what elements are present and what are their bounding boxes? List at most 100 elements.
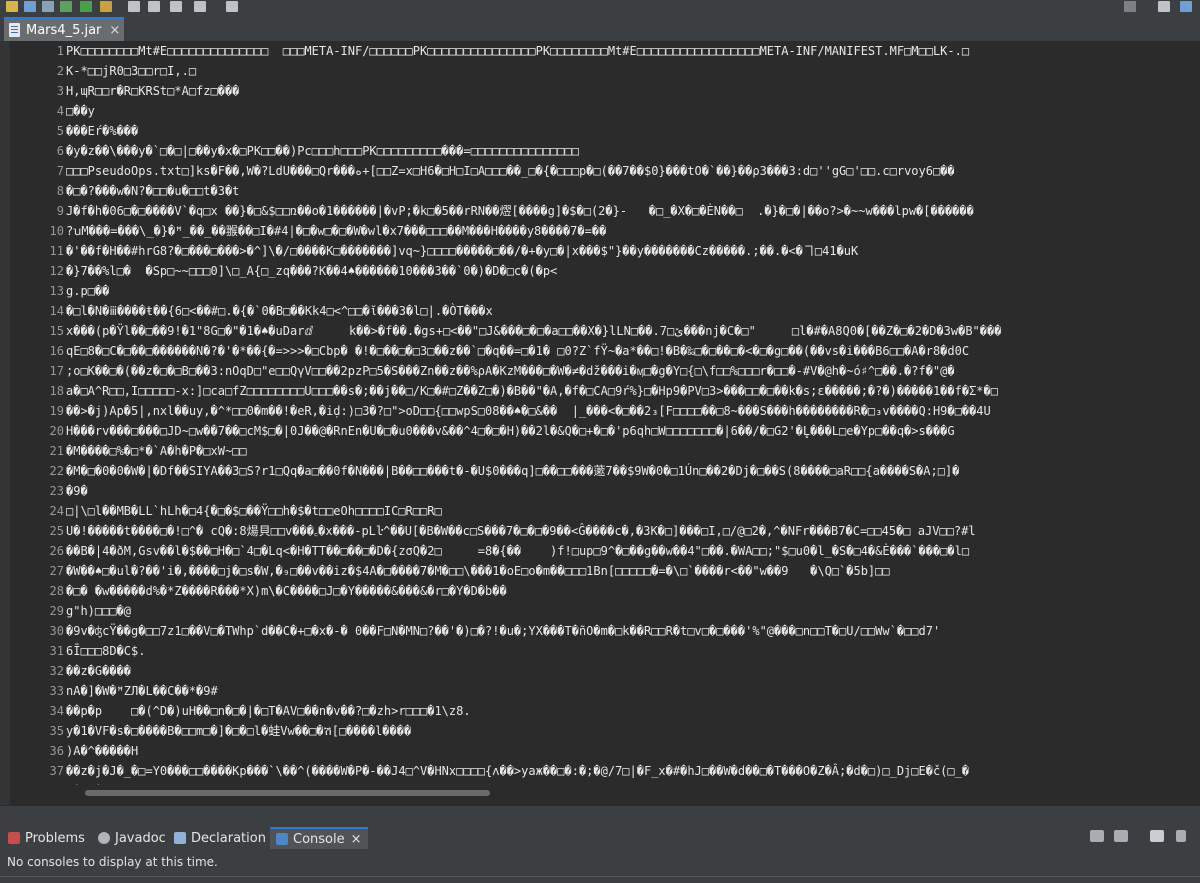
scrollbar-thumb[interactable] <box>85 790 490 796</box>
line-text: ��>�j)Ap�5|,nxl��uy,�^*□□0�m��!�eR,�iḍ:)… <box>66 404 991 418</box>
editor-tab-mars-jar[interactable]: Mars4_5.jar × <box>4 17 124 41</box>
view-menu-icon[interactable] <box>1176 830 1186 842</box>
line-number: 29 <box>49 604 64 618</box>
line-text: K-*□□jR0□3□□r□I,.□ <box>66 64 197 78</box>
code-line: 32 ��z�G���� <box>0 661 1200 681</box>
javadoc-icon <box>98 832 110 844</box>
line-text: J�f�h�06□�□����V`�q□x ��}�□&$□□ռ��o�1���… <box>66 204 974 218</box>
tab-console[interactable]: Console × <box>270 827 368 849</box>
line-number: 25 <box>49 524 64 538</box>
java-perspective-icon[interactable] <box>1180 1 1192 12</box>
line-text: g.p□�� <box>66 284 110 298</box>
line-text: nA�]�W�ꟸZЛ�L��C��*�9# <box>66 684 218 698</box>
line-text: )A�^�����H <box>66 744 139 758</box>
main-toolbar <box>0 0 1200 14</box>
code-line: 29 g"h)□□□�@ <box>0 601 1200 621</box>
code-line: 15 x���(p�Ÿl��□��9!�1"8G□�"�1�♠�uDarⅆ k��… <box>0 321 1200 341</box>
external-tools-icon[interactable] <box>100 1 112 12</box>
code-line: 36)A�^�����H <box>0 741 1200 761</box>
line-text: �□�?���w�N?�□□�u�□□t�3�t <box>66 184 240 198</box>
line-number: 30 <box>49 624 64 638</box>
code-line: 26 ��B�|4�ðM,Gsv��l�$��□H�□`4□�Lq<�H�TT��… <box>0 541 1200 561</box>
outline-icon[interactable] <box>42 1 54 12</box>
line-number: 4 <box>56 104 64 118</box>
line-number: 19 <box>49 404 64 418</box>
code-line: 33 nA�]�W�ꟸZЛ�L��C��*�9# <box>0 681 1200 701</box>
line-number: 21 <box>49 444 64 458</box>
line-text: □|\□l��MB�LL`hLh�□4{�□�$□��Ÿ□□h�$�t□□eOh… <box>66 504 442 518</box>
horizontal-scrollbar[interactable] <box>10 785 1200 801</box>
perspective-icon[interactable] <box>1158 1 1170 12</box>
code-line: 19 ��>�j)Ap�5|,nxl��uy,�^*□□0�m��!�eR,�iḍ… <box>0 401 1200 421</box>
save-icon[interactable] <box>24 1 36 12</box>
tab-label: Console <box>293 831 345 847</box>
run-icon[interactable] <box>80 1 92 12</box>
line-text: x���(p�Ÿl��□��9!�1"8G□�"�1�♠�uDarⅆ k��>�… <box>66 324 1002 338</box>
code-line: 18 a�□A^R□□,I□□□□□-x:]□ca□fZ□□□□□□□□U□□□�… <box>0 381 1200 401</box>
code-line: 8 �□�?���w�N?�□□�u�□□t�3�t <box>0 181 1200 201</box>
code-line: 14 �□l�N�ⅲ����ŧ��{6□<��#□.�{�`0�B□��Kk4□<… <box>0 301 1200 321</box>
divider <box>0 876 1200 877</box>
line-number: 23 <box>49 484 64 498</box>
tab-problems[interactable]: Problems <box>8 827 85 849</box>
close-icon[interactable]: × <box>109 23 120 38</box>
line-number: 24 <box>49 504 64 518</box>
code-line: 30 �9v�ʤcŸ��g�□□7z1□��V□�TWhp`d��C�+□�x�-… <box>0 621 1200 641</box>
line-number: 32 <box>49 664 64 678</box>
line-number: 20 <box>49 424 64 438</box>
back-icon[interactable] <box>128 1 140 12</box>
line-number: 36 <box>49 744 64 758</box>
code-line: 3 H,ɰR□□r�R□KRSt□*A□fz□��� <box>0 81 1200 101</box>
code-line: 25 U�!�����t����□�!□^� cQ�:8煬貝□□v���꜀�x��… <box>0 521 1200 541</box>
editor-tab-label: Mars4_5.jar <box>26 22 102 38</box>
console-icon <box>276 833 288 845</box>
code-line: 11 �'��f�H��#hrG8?�□���□���>�^]\�/□����K□… <box>0 241 1200 261</box>
line-number: 35 <box>49 724 64 738</box>
close-icon[interactable]: × <box>351 832 362 847</box>
next-edit-icon[interactable] <box>194 1 206 12</box>
search-icon[interactable] <box>1124 1 1136 12</box>
tab-label: Javadoc <box>115 830 166 846</box>
line-text: PK□□□□□□□□Mt#E□□□□□□□□□□□□□□ □□□META-INF… <box>66 44 970 58</box>
code-line: 4 □��y <box>0 101 1200 121</box>
line-text: ��z�G���� <box>66 664 132 678</box>
bottom-panel: Problems Javadoc Declaration Console × N… <box>0 805 1200 883</box>
tab-javadoc[interactable]: Javadoc <box>98 827 166 849</box>
code-line: 5 ���Eŕ�%��� <box>0 121 1200 141</box>
problems-icon <box>8 832 20 844</box>
line-text: �y�z��\���y�`□�□|□��y�x�□PK□□��)Pc□□□h□□… <box>66 144 579 158</box>
editor-tab-bar: Mars4_5.jar × <box>0 14 1200 41</box>
code-line: 6 �y�z��\���y�`□�□|□��y�x�□PK□□��)Pc□□□h□… <box>0 141 1200 161</box>
line-text: �□l�N�ⅲ����ŧ��{6□<��#□.�{�`0�B□��Kk4□<^□… <box>66 304 493 318</box>
line-number: 18 <box>49 384 64 398</box>
code-line: 1 PK□□□□□□□□Mt#E□□□□□□□□□□□□□□ □□□META-IN… <box>0 41 1200 61</box>
line-number: 8 <box>56 184 64 198</box>
debug-icon[interactable] <box>60 1 72 12</box>
line-text: qE□8�□C�□��□������N�?�'�*��{�=>>>�□Cbp� … <box>66 344 970 358</box>
open-console-icon[interactable] <box>1150 830 1164 842</box>
previous-edit-icon[interactable] <box>170 1 182 12</box>
code-line: 21 �M����□%�□*�`A�h�P�□xW~□□ <box>0 441 1200 461</box>
line-number: 26 <box>49 544 64 558</box>
pin-editor-icon[interactable] <box>226 1 238 12</box>
line-number: 37 <box>49 764 64 778</box>
tab-declaration[interactable]: Declaration <box>174 827 266 849</box>
line-number: 17 <box>49 364 64 378</box>
code-line: 9 J�f�h�06□�□����V`�q□x ��}�□&$□□ռ��o�1��… <box>0 201 1200 221</box>
line-text: �'��f�H��#hrG8?�□���□���>�^]\�/□����K□��… <box>66 244 859 258</box>
new-file-icon[interactable] <box>6 1 18 12</box>
tab-label: Declaration <box>191 830 266 846</box>
line-number: 16 <box>49 344 64 358</box>
line-number: 22 <box>49 464 64 478</box>
line-number: 7 <box>56 164 64 178</box>
text-editor[interactable]: 1 PK□□□□□□□□Mt#E□□□□□□□□□□□□□□ □□□META-IN… <box>0 41 1200 805</box>
forward-icon[interactable] <box>148 1 160 12</box>
pin-console-icon[interactable] <box>1114 830 1128 842</box>
declaration-icon <box>174 832 186 844</box>
line-text: �M�□�0�0�W�|�Df��SIYA��3□S?r1□Qq�a□��0f�… <box>66 464 960 478</box>
display-console-icon[interactable] <box>1090 830 1104 842</box>
code-line: 34 ��p�p □�(^D�)uH��□n�□�|�□T�AV□��n�v��?… <box>0 701 1200 721</box>
line-number: 12 <box>49 264 64 278</box>
code-line: 37 ��z�j�J�_�□=Y0���□□����Kp���`\��^(����… <box>0 761 1200 781</box>
line-number: 5 <box>56 124 64 138</box>
